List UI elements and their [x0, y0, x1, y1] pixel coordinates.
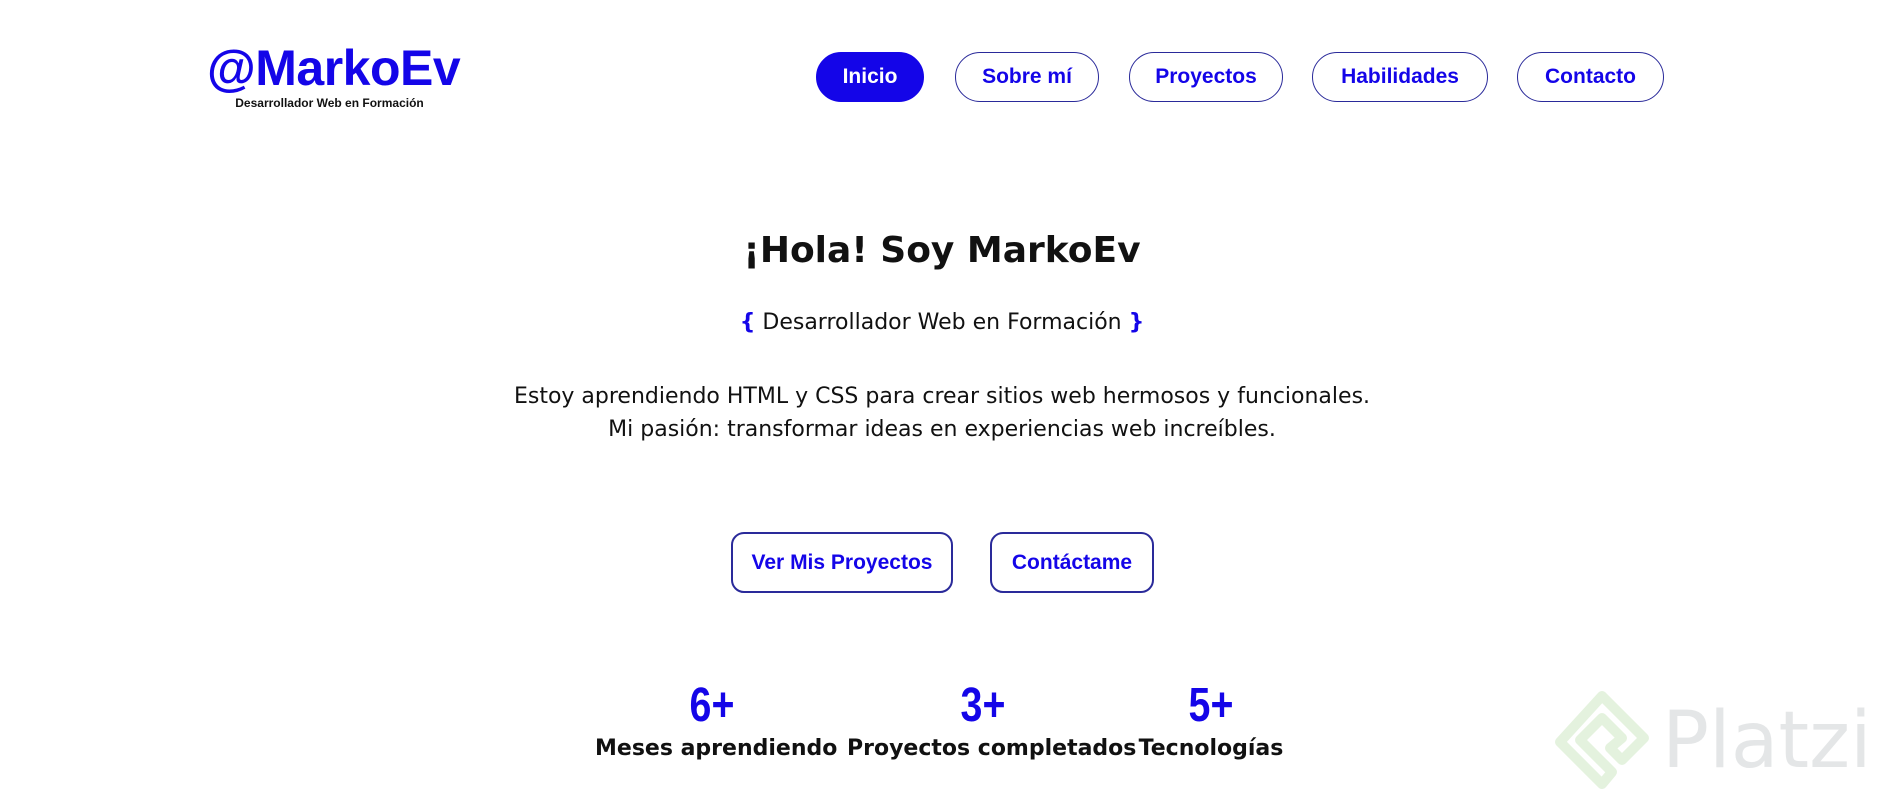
hero-subtitle: { Desarrollador Web en Formación }: [0, 310, 1884, 335]
stat-number: 6+: [689, 679, 735, 732]
stat-number: 3+: [960, 679, 1006, 732]
nav-item-habilidades[interactable]: Habilidades: [1312, 52, 1488, 102]
stat-number: 5+: [1188, 679, 1234, 732]
watermark-text: Platzi: [1662, 696, 1872, 786]
stat-label: Proyectos completados: [847, 736, 1137, 761]
open-brace: {: [739, 310, 756, 335]
nav-item-sobre-mi[interactable]: Sobre mí: [955, 52, 1099, 102]
platzi-watermark: Platzi: [1552, 690, 1884, 800]
stat-projects: 3+ Proyectos completados: [847, 679, 1137, 762]
stat-label: Tecnologías: [1138, 736, 1284, 761]
stat-label: Meses aprendiendo: [595, 736, 838, 761]
close-brace: }: [1128, 310, 1145, 335]
platzi-logo-icon: [1555, 691, 1649, 789]
nav-item-inicio[interactable]: Inicio: [816, 52, 924, 102]
nav-item-contacto[interactable]: Contacto: [1517, 52, 1664, 102]
main-nav: Inicio Sobre mí Proyectos Habilidades Co…: [0, 52, 1884, 106]
hero-description: Estoy aprendiendo HTML y CSS para crear …: [0, 380, 1884, 446]
hero-title: ¡Hola! Soy MarkoEv: [743, 230, 1141, 271]
hero-description-line-1: Estoy aprendiendo HTML y CSS para crear …: [513, 384, 1371, 409]
contact-button[interactable]: Contáctame: [990, 532, 1154, 593]
hero-description-line-2: Mi pasión: transformar ideas en experien…: [608, 417, 1276, 442]
view-projects-button[interactable]: Ver Mis Proyectos: [731, 532, 953, 593]
hero-subtitle-text: Desarrollador Web en Formación: [762, 310, 1122, 335]
stat-technologies: 5+ Tecnologías: [1136, 679, 1286, 762]
stat-months: 6+ Meses aprendiendo: [595, 679, 838, 762]
nav-item-proyectos[interactable]: Proyectos: [1129, 52, 1283, 102]
